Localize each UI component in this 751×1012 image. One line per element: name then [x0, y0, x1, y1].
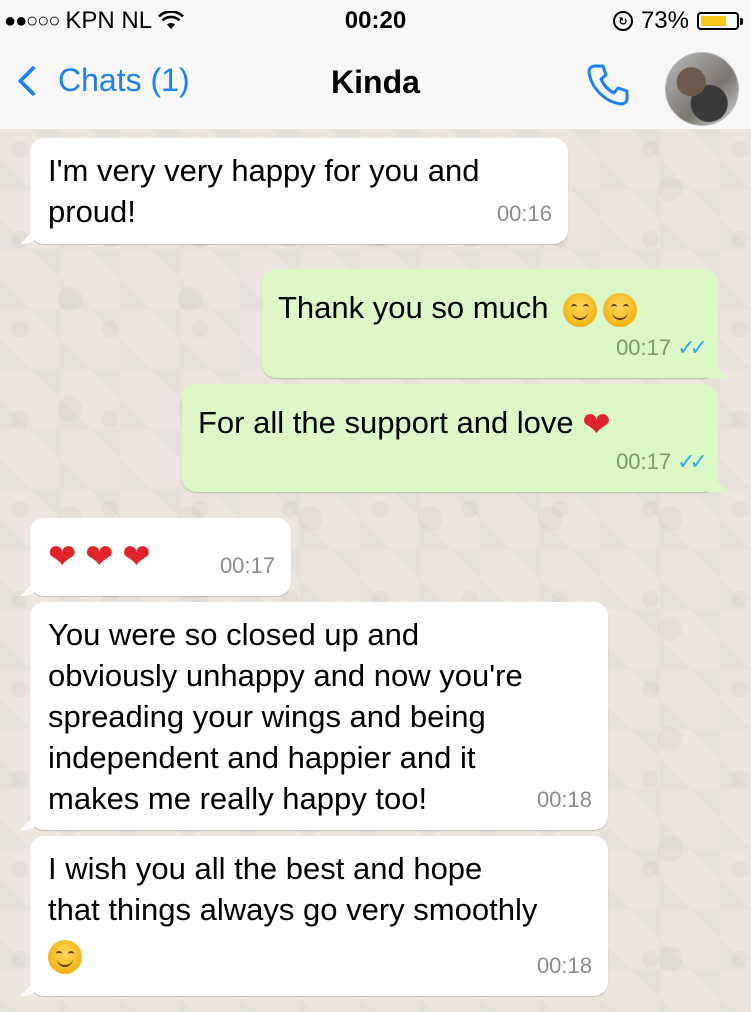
rotation-lock-icon: ↻	[612, 11, 633, 31]
battery-percent: 73%	[640, 7, 689, 34]
red-heart-emoji: ❤	[582, 405, 611, 444]
message-time: 00:17 ✓✓	[616, 441, 708, 482]
timestamp: 00:18	[536, 787, 592, 812]
outgoing-message[interactable]: For all the support and love ❤ 00:17 ✓✓	[182, 384, 728, 492]
chat-header: Chats (1) Kinda	[0, 42, 751, 130]
incoming-message[interactable]: You were so closed up and obviously unha…	[20, 602, 608, 830]
contact-name[interactable]: Kinda	[0, 64, 751, 101]
incoming-message[interactable]: I'm very very happy for you and proud! 0…	[20, 138, 568, 244]
phone-call-icon[interactable]	[583, 60, 633, 110]
outgoing-message[interactable]: Thank you so much 00:17 ✓✓	[262, 269, 728, 378]
red-heart-emoji: ❤	[48, 537, 77, 576]
timestamp: 00:16	[496, 201, 552, 226]
timestamp: 00:17	[219, 553, 275, 578]
smiling-face-emoji	[563, 292, 598, 327]
red-heart-emoji: ❤	[85, 537, 114, 576]
message-time: 00:17 ✓✓	[616, 327, 708, 368]
battery-icon	[697, 12, 743, 30]
incoming-message[interactable]: I wish you all the best and hope that th…	[20, 836, 608, 996]
status-bar: ●●○○○ KPN NL 00:20 ↻ 73%	[0, 0, 751, 42]
message-time: 00:16	[497, 193, 552, 234]
timestamp: 00:18	[536, 953, 592, 978]
timestamp: 00:17	[616, 335, 672, 360]
message-text: Thank you so much	[278, 290, 549, 325]
contact-avatar[interactable]	[665, 52, 739, 126]
smiling-face-emoji	[48, 939, 82, 974]
read-receipt-icon: ✓✓	[677, 449, 708, 474]
battery-info: ↻ 73%	[612, 7, 743, 35]
incoming-message[interactable]: ❤ ❤ ❤ 00:17	[20, 518, 291, 596]
message-time: 00:17	[220, 545, 275, 586]
battery-level	[701, 16, 726, 26]
message-text: I'm very very happy for you and proud!	[48, 153, 480, 229]
smiling-face-emoji	[603, 292, 638, 327]
read-receipt-icon: ✓✓	[677, 335, 708, 360]
message-time: 00:18	[537, 779, 592, 820]
red-heart-emoji: ❤	[122, 537, 151, 576]
message-text: You were so closed up and obviously unha…	[48, 617, 523, 816]
message-text: I wish you all the best and hope that th…	[48, 851, 538, 927]
timestamp: 00:17	[616, 449, 672, 474]
message-text: For all the support and love	[198, 405, 574, 440]
message-time: 00:18	[537, 945, 592, 986]
